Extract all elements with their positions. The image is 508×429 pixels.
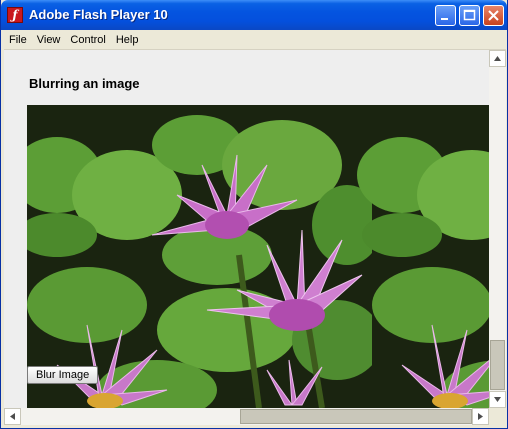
menu-file[interactable]: File: [4, 31, 32, 50]
scroll-down-button[interactable]: [489, 391, 506, 408]
arrow-left-icon: [10, 413, 15, 420]
horizontal-scroll-thumb[interactable]: [240, 409, 472, 424]
water-lily-image: [27, 105, 489, 408]
close-icon: [488, 10, 499, 21]
flash-stage: Blurring an image Blur Image: [4, 50, 489, 408]
close-button[interactable]: [483, 5, 504, 26]
scroll-up-button[interactable]: [489, 50, 506, 67]
title-bar[interactable]: ƒ Adobe Flash Player 10: [1, 0, 507, 30]
maximize-button[interactable]: [459, 5, 480, 26]
menu-help[interactable]: Help: [111, 31, 144, 50]
window-title: Adobe Flash Player 10: [29, 7, 168, 22]
minimize-button[interactable]: [435, 5, 456, 26]
vertical-scrollbar[interactable]: [489, 50, 506, 408]
menu-control[interactable]: Control: [65, 31, 110, 50]
vertical-scroll-thumb[interactable]: [490, 340, 505, 390]
scrollbar-corner: [489, 408, 506, 425]
flash-player-window: ƒ Adobe Flash Player 10 File View Control H…: [0, 0, 508, 429]
arrow-right-icon: [478, 413, 483, 420]
scroll-right-button[interactable]: [472, 408, 489, 425]
flash-icon: ƒ: [7, 7, 23, 23]
scroll-left-button[interactable]: [4, 408, 21, 425]
menu-bar: File View Control Help: [4, 30, 506, 50]
water-lily-photo: [27, 105, 489, 408]
arrow-down-icon: [494, 397, 501, 402]
blur-image-button[interactable]: Blur Image: [27, 366, 99, 384]
maximize-icon: [463, 9, 476, 21]
minimize-icon: [441, 18, 448, 20]
page-title: Blurring an image: [29, 76, 140, 91]
horizontal-scrollbar[interactable]: [4, 408, 489, 425]
arrow-up-icon: [494, 56, 501, 61]
menu-view[interactable]: View: [32, 31, 66, 50]
